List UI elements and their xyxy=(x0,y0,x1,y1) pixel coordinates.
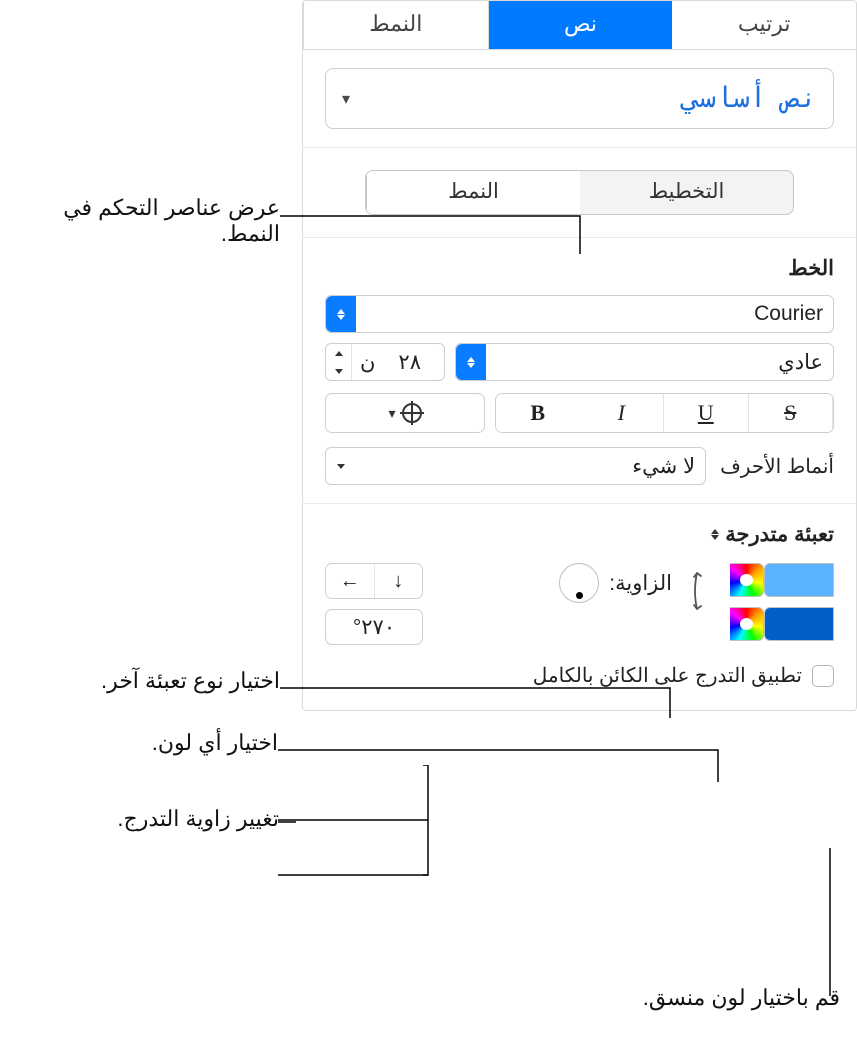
gradient-controls: الزاوية: ↓ ← ٢٧٠° xyxy=(325,563,834,645)
gear-icon xyxy=(402,403,422,423)
paragraph-style-section: نص أساسي ▾ xyxy=(303,50,856,148)
chevron-down-icon: ▾ xyxy=(342,89,350,109)
paragraph-style-name: نص أساسي xyxy=(682,81,817,116)
gradient-color-2-row xyxy=(730,607,834,641)
callout-fill-type: اختيار نوع تعبئة آخر. xyxy=(30,668,280,694)
callout-themed-color: قم باختيار لون منسق. xyxy=(580,985,840,1011)
tab-arrange[interactable]: ترتيب xyxy=(672,1,856,49)
popup-arrows-icon xyxy=(326,296,356,332)
callout-style-controls: عرض عناصر التحكم في النمط. xyxy=(10,195,280,247)
format-panel: النمط نص ترتيب نص أساسي ▾ النمط التخطيط … xyxy=(302,0,857,711)
popup-arrows-icon xyxy=(456,344,486,380)
angle-direction-buttons: ↓ ← xyxy=(325,563,423,599)
font-family-popup[interactable]: Courier xyxy=(325,295,834,333)
font-size-stepper[interactable] xyxy=(326,344,352,380)
underline-button[interactable]: U xyxy=(664,394,749,432)
color-wheel-icon[interactable] xyxy=(730,563,764,597)
callout-angle: تغيير زاوية التدرج. xyxy=(54,806,279,832)
strike-button[interactable]: S xyxy=(749,394,834,432)
weight-size-row: عادي ٢٨ ن xyxy=(325,343,834,381)
angle-value: ٢٧٠° xyxy=(353,615,395,640)
chevron-down-icon xyxy=(326,448,356,484)
advanced-options-button[interactable]: ▾ xyxy=(325,393,485,433)
angle-column: الزاوية: xyxy=(559,563,672,603)
angle-value-field[interactable]: ٢٧٠° xyxy=(325,609,423,645)
angle-label: الزاوية: xyxy=(609,571,672,596)
character-styles-value: لا شيء xyxy=(356,454,705,479)
character-styles-row: أنماط الأحرف لا شيء xyxy=(325,447,834,485)
fill-type-label: تعبئة متدرجة xyxy=(725,522,834,547)
font-size-value: ٢٨ xyxy=(375,350,444,375)
tab-style[interactable]: النمط xyxy=(303,1,488,49)
character-styles-popup[interactable]: لا شيء xyxy=(325,447,706,485)
popup-arrows-icon xyxy=(711,529,719,540)
paragraph-style-popup[interactable]: نص أساسي ▾ xyxy=(325,68,834,129)
fill-section: تعبئة متدرجة xyxy=(303,503,856,710)
callout-any-color: اختيار أي لون. xyxy=(118,730,278,756)
gradient-color-2-swatch[interactable] xyxy=(764,607,834,641)
font-weight-value: عادي xyxy=(486,350,833,375)
apply-gradient-checkbox[interactable] xyxy=(812,665,834,687)
font-size-unit: ن xyxy=(352,350,375,375)
gradient-color-1-swatch[interactable] xyxy=(764,563,834,597)
font-size-field[interactable]: ٢٨ ن xyxy=(325,343,445,381)
angle-left-button[interactable]: ← xyxy=(326,564,374,598)
gradient-color-1-row xyxy=(730,563,834,597)
bius-segmented: B I U S xyxy=(495,393,834,433)
font-family-value: Courier xyxy=(356,302,833,326)
color-wheel-icon[interactable] xyxy=(730,607,764,641)
chevron-down-icon: ▾ xyxy=(388,405,395,422)
tab-text[interactable]: نص xyxy=(488,1,673,49)
font-weight-popup[interactable]: عادي xyxy=(455,343,834,381)
seg-layout[interactable]: التخطيط xyxy=(580,171,793,214)
font-section: الخط Courier عادي ٢٨ ن xyxy=(303,238,856,503)
italic-button[interactable]: I xyxy=(580,394,665,432)
flip-gradient-button[interactable] xyxy=(686,563,716,624)
angle-aux-controls: ↓ ← ٢٧٠° xyxy=(325,563,423,645)
swap-arrow-icon xyxy=(691,563,711,624)
gradient-color-column xyxy=(730,563,834,641)
seg-style[interactable]: النمط xyxy=(366,171,580,214)
angle-down-button[interactable]: ↓ xyxy=(374,564,423,598)
text-style-row: B I U S ▾ xyxy=(325,393,834,433)
fill-type-popup[interactable]: تعبئة متدرجة xyxy=(325,522,834,547)
angle-dial[interactable] xyxy=(559,563,599,603)
top-format-tabs: النمط نص ترتيب xyxy=(303,1,856,50)
bold-button[interactable]: B xyxy=(496,394,580,432)
character-styles-label: أنماط الأحرف xyxy=(720,454,834,479)
style-layout-segmented: النمط التخطيط xyxy=(365,170,794,215)
